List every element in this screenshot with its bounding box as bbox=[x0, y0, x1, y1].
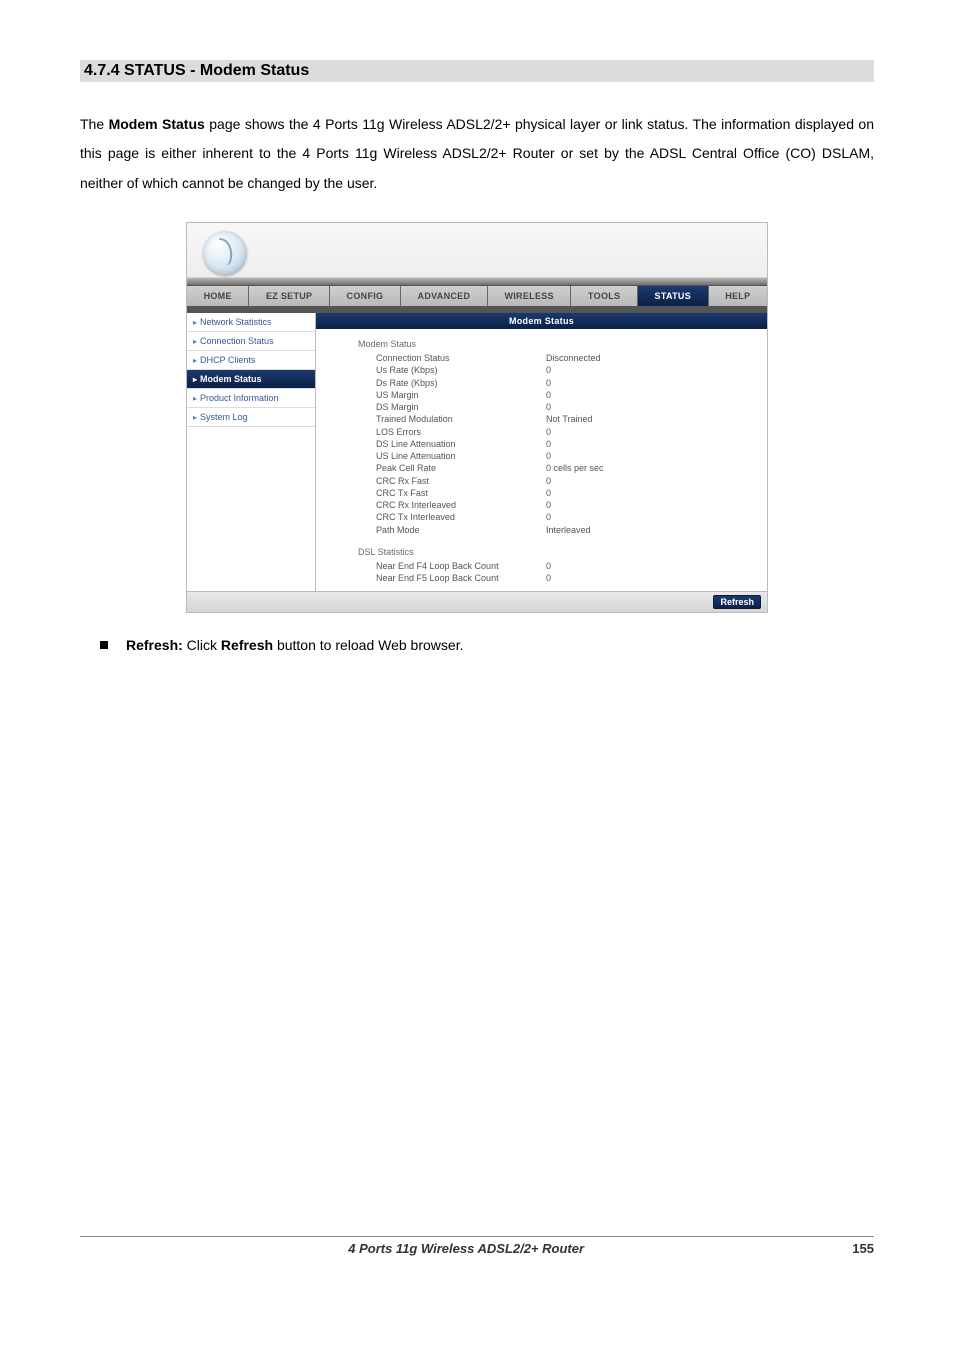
page-footer: 4 Ports 11g Wireless ADSL2/2+ Router 155 bbox=[80, 1236, 874, 1256]
kv-key: Near End F5 Loop Back Count bbox=[376, 573, 546, 584]
kv-row: Path ModeInterleaved bbox=[316, 525, 767, 537]
tab-ezsetup[interactable]: EZ SETUP bbox=[249, 286, 330, 306]
kv-key: Peak Cell Rate bbox=[376, 463, 546, 474]
bullet-icon bbox=[100, 641, 108, 649]
kv-key: Us Rate (Kbps) bbox=[376, 365, 546, 376]
intro-part1: The bbox=[80, 116, 109, 132]
tab-advanced[interactable]: ADVANCED bbox=[401, 286, 488, 306]
tab-wireless[interactable]: WIRELESS bbox=[488, 286, 572, 306]
sidebar-item-modem-status[interactable]: Modem Status bbox=[187, 370, 315, 389]
sidebar-item-system-log[interactable]: System Log bbox=[187, 408, 315, 427]
kv-row: CRC Tx Fast0 bbox=[316, 488, 767, 500]
kv-row: US Margin0 bbox=[316, 390, 767, 402]
tab-home[interactable]: HOME bbox=[187, 286, 249, 306]
bullet-bold2: Refresh bbox=[221, 637, 273, 653]
sidebar-item-product-information[interactable]: Product Information bbox=[187, 389, 315, 408]
kv-value: 0 bbox=[546, 451, 767, 462]
sidebar-item-connection-status[interactable]: Connection Status bbox=[187, 332, 315, 351]
refresh-row: Refresh bbox=[187, 591, 767, 612]
section-title: 4.7.4 STATUS - Modem Status bbox=[80, 60, 874, 82]
kv-value: 0 bbox=[546, 402, 767, 413]
sidebar-item-label: Modem Status bbox=[200, 374, 262, 384]
kv-value: 0 bbox=[546, 378, 767, 389]
footer-title: 4 Ports 11g Wireless ADSL2/2+ Router bbox=[80, 1241, 852, 1256]
kv-key: CRC Tx Interleaved bbox=[376, 512, 546, 523]
kv-value: 0 cells per sec bbox=[546, 463, 767, 474]
kv-value: 0 bbox=[546, 500, 767, 511]
sidebar: Network Statistics Connection Status DHC… bbox=[187, 313, 316, 591]
sidebar-item-label: Connection Status bbox=[200, 336, 274, 346]
kv-value: 0 bbox=[546, 488, 767, 499]
kv-row: Ds Rate (Kbps)0 bbox=[316, 378, 767, 390]
refresh-button[interactable]: Refresh bbox=[713, 595, 761, 609]
kv-value: 0 bbox=[546, 390, 767, 401]
kv-row: LOS Errors0 bbox=[316, 427, 767, 439]
kv-key: Connection Status bbox=[376, 353, 546, 364]
router-screenshot: HOME EZ SETUP CONFIG ADVANCED WIRELESS T… bbox=[186, 222, 768, 613]
kv-row: Near End F4 Loop Back Count0 bbox=[316, 561, 767, 573]
tab-help[interactable]: HELP bbox=[709, 286, 767, 306]
kv-row: CRC Tx Interleaved0 bbox=[316, 512, 767, 524]
tab-tools[interactable]: TOOLS bbox=[571, 286, 638, 306]
kv-key: DS Line Attenuation bbox=[376, 439, 546, 450]
kv-value: 0 bbox=[546, 476, 767, 487]
kv-key: LOS Errors bbox=[376, 427, 546, 438]
kv-value: 0 bbox=[546, 573, 767, 584]
kv-row: US Line Attenuation0 bbox=[316, 451, 767, 463]
kv-row: Trained ModulationNot Trained bbox=[316, 414, 767, 426]
bullet-line: Refresh: Click Refresh button to reload … bbox=[80, 631, 874, 659]
group-modem-status: Modem Status bbox=[316, 329, 767, 353]
bullet-bold1: Refresh: bbox=[126, 637, 183, 653]
footer-page-number: 155 bbox=[852, 1241, 874, 1256]
kv-key: Path Mode bbox=[376, 525, 546, 536]
intro-paragraph: The Modem Status page shows the 4 Ports … bbox=[80, 110, 874, 198]
bullet-text: Refresh: Click Refresh button to reload … bbox=[126, 631, 463, 659]
kv-key: CRC Rx Fast bbox=[376, 476, 546, 487]
kv-key: CRC Rx Interleaved bbox=[376, 500, 546, 511]
kv-value: 0 bbox=[546, 365, 767, 376]
sidebar-item-label: Product Information bbox=[200, 393, 279, 403]
kv-key: DS Margin bbox=[376, 402, 546, 413]
kv-row: CRC Rx Fast0 bbox=[316, 476, 767, 488]
tab-status[interactable]: STATUS bbox=[638, 286, 709, 306]
kv-value: 0 bbox=[546, 561, 767, 572]
content-row: Network Statistics Connection Status DHC… bbox=[187, 313, 767, 591]
kv-value: Not Trained bbox=[546, 414, 767, 425]
kv-key: US Margin bbox=[376, 390, 546, 401]
kv-key: CRC Tx Fast bbox=[376, 488, 546, 499]
logo-row bbox=[187, 223, 767, 285]
kv-value: 0 bbox=[546, 439, 767, 450]
sidebar-item-dhcp-clients[interactable]: DHCP Clients bbox=[187, 351, 315, 370]
logo-icon bbox=[203, 231, 247, 275]
sidebar-item-label: System Log bbox=[200, 412, 248, 422]
tabs-row: HOME EZ SETUP CONFIG ADVANCED WIRELESS T… bbox=[187, 285, 767, 307]
kv-row: Us Rate (Kbps)0 bbox=[316, 365, 767, 377]
kv-value: 0 bbox=[546, 427, 767, 438]
sidebar-item-network-statistics[interactable]: Network Statistics bbox=[187, 313, 315, 332]
intro-bold1: Modem Status bbox=[109, 116, 205, 132]
kv-row: CRC Rx Interleaved0 bbox=[316, 500, 767, 512]
kv-row: DS Line Attenuation0 bbox=[316, 439, 767, 451]
kv-value: Disconnected bbox=[546, 353, 767, 364]
kv-key: Near End F4 Loop Back Count bbox=[376, 561, 546, 572]
group-dsl-statistics: DSL Statistics bbox=[316, 537, 767, 561]
kv-value: 0 bbox=[546, 512, 767, 523]
bullet-tail: button to reload Web browser. bbox=[273, 637, 463, 653]
tab-config[interactable]: CONFIG bbox=[330, 286, 401, 306]
kv-row: Near End F5 Loop Back Count0 bbox=[316, 573, 767, 585]
kv-row: Peak Cell Rate0 cells per sec bbox=[316, 463, 767, 475]
modem-status-rows: Connection StatusDisconnectedUs Rate (Kb… bbox=[316, 353, 767, 537]
pane-title: Modem Status bbox=[316, 313, 767, 329]
sidebar-item-label: DHCP Clients bbox=[200, 355, 255, 365]
bullet-mid: Click bbox=[183, 637, 221, 653]
kv-key: US Line Attenuation bbox=[376, 451, 546, 462]
kv-key: Trained Modulation bbox=[376, 414, 546, 425]
kv-key: Ds Rate (Kbps) bbox=[376, 378, 546, 389]
kv-value: Interleaved bbox=[546, 525, 767, 536]
kv-row: Connection StatusDisconnected bbox=[316, 353, 767, 365]
dsl-statistics-rows: Near End F4 Loop Back Count0Near End F5 … bbox=[316, 561, 767, 586]
kv-row: DS Margin0 bbox=[316, 402, 767, 414]
sidebar-item-label: Network Statistics bbox=[200, 317, 272, 327]
main-pane: Modem Status Modem Status Connection Sta… bbox=[316, 313, 767, 591]
